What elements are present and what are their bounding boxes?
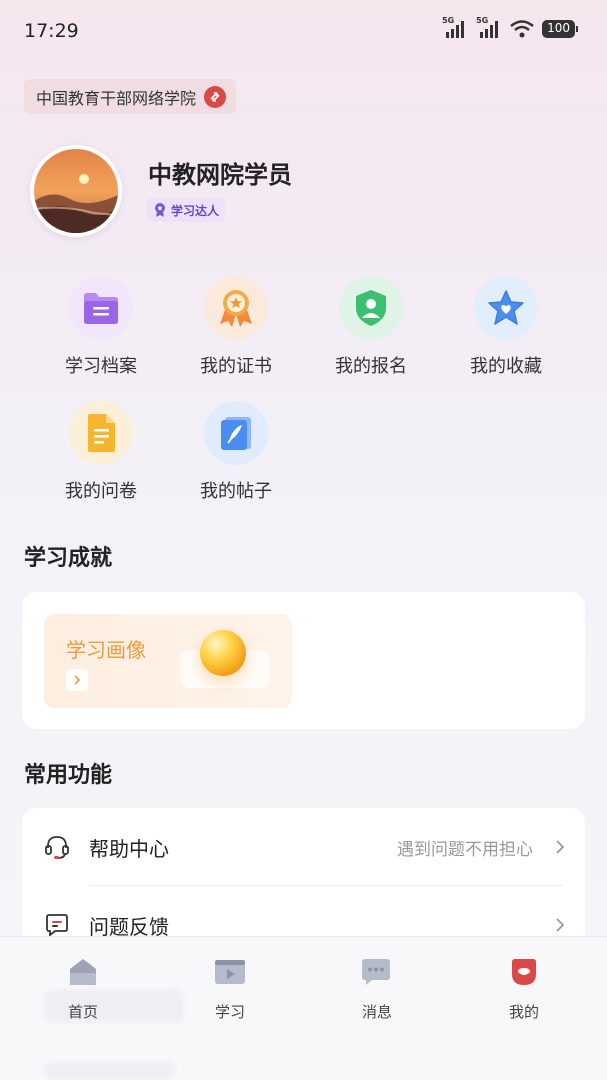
quick-link-questionnaires[interactable]: 我的问卷 [41,401,161,503]
chevron-right-icon [556,918,565,932]
notebook-icon [204,401,268,465]
profile-icon [474,955,574,989]
crystal-ball-icon [200,630,246,676]
tab-messages[interactable]: 消息 [327,955,427,1022]
document-icon [69,401,133,465]
medal-icon [204,276,268,340]
user-shield-icon [339,276,403,340]
wifi-icon [510,20,534,38]
quick-link-study-archive[interactable]: 学习档案 [41,276,161,378]
chevron-right-icon [66,669,88,691]
quick-link-registrations[interactable]: 我的报名 [311,276,431,378]
bottom-tab-bar: 首页 学习 消息 我的 [0,936,607,1080]
signal-icon: 5G [442,16,468,38]
tab-home[interactable]: 首页 [33,955,133,1022]
signal-icon-2: 5G [476,16,502,38]
status-bar: 17:29 5G 5G 100 [0,0,607,62]
play-icon [180,955,280,989]
learning-portrait-card[interactable]: 学习画像 [44,614,292,708]
help-center-hint: 遇到问题不用担心 [397,839,533,860]
home-icon [33,955,133,989]
user-badge: 学习达人 [147,198,226,222]
badge-ribbon-icon [155,203,165,217]
org-switch-chip[interactable]: 中国教育干部网络学院 [24,79,237,114]
feedback-icon [46,914,68,937]
status-time: 17:29 [24,20,79,42]
portrait-title: 学习画像 [66,638,146,662]
folder-icon [69,276,133,340]
star-heart-icon [474,276,538,340]
switch-icon [204,85,227,108]
help-center-label: 帮助中心 [89,836,169,861]
quick-link-favorites[interactable]: 我的收藏 [446,276,566,378]
achievements-card: 学习画像 [22,592,585,729]
battery-indicator: 100 [542,20,578,38]
user-name: 中教网院学员 [148,161,292,189]
tab-mine[interactable]: 我的 [474,955,574,1022]
help-center-row[interactable]: 帮助中心 遇到问题不用担心 [22,808,585,886]
quick-link-posts[interactable]: 我的帖子 [176,401,296,503]
achievements-title: 学习成就 [24,546,113,571]
quick-link-certificates[interactable]: 我的证书 [176,276,296,378]
avatar[interactable] [30,145,122,237]
functions-title: 常用功能 [24,763,113,788]
tab-study[interactable]: 学习 [180,955,280,1022]
org-name: 中国教育干部网络学院 [36,88,197,108]
chevron-right-icon [556,840,565,854]
obscured-row-ghost [44,1061,174,1080]
headset-icon [45,836,69,859]
message-icon [327,955,427,989]
status-icons: 5G 5G 100 [442,16,578,38]
